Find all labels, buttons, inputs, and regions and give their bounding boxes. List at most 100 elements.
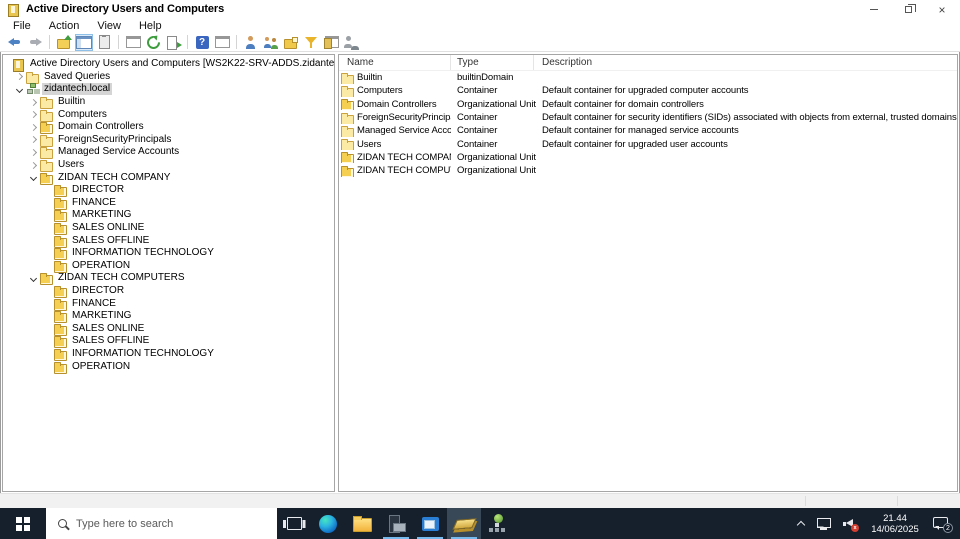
taskbar-app-server-manager[interactable] [379, 508, 413, 539]
tree-item-label: DIRECTOR [72, 284, 125, 296]
chevron-down-icon[interactable] [27, 175, 40, 180]
tree-item[interactable]: SALES OFFLINE [3, 234, 334, 248]
search-input[interactable]: Type here to search [46, 508, 277, 539]
chevron-right-icon[interactable] [27, 112, 40, 117]
tree-item[interactable]: ZIDAN TECH COMPANY [3, 171, 334, 185]
ou-icon [54, 209, 67, 223]
column-header-type[interactable]: Type [451, 55, 534, 70]
list-row[interactable]: Computers Container Default container for … [339, 84, 957, 97]
taskbar-app-ad-sites[interactable] [481, 508, 515, 539]
close-button[interactable]: × [925, 1, 959, 18]
list-row[interactable]: ForeignSecurityPrincipals Container Defaul… [339, 111, 957, 124]
ad-sites-icon [487, 513, 509, 535]
tree-item[interactable]: Builtin [3, 96, 334, 110]
toolbar-separator [236, 35, 237, 49]
refresh-icon[interactable] [144, 34, 162, 51]
tree-item[interactable]: OPERATION [3, 260, 334, 273]
tree-item[interactable]: MARKETING [3, 209, 334, 223]
back-icon[interactable] [6, 34, 24, 51]
ou-icon [54, 298, 67, 311]
tree-item[interactable]: Active Directory Users and Computers [WS… [3, 58, 334, 73]
list-header: Name Type Description [339, 55, 957, 71]
taskbar-app-edge[interactable] [311, 508, 345, 539]
row-type: Organizational Unit [457, 165, 536, 177]
tree-item[interactable]: Managed Service Accounts [3, 146, 334, 160]
start-button[interactable] [0, 508, 46, 539]
chevron-down-icon[interactable] [13, 87, 26, 92]
chevron-right-icon[interactable] [27, 137, 40, 142]
tree-item[interactable]: SALES ONLINE [3, 322, 334, 336]
list-row[interactable]: ZIDAN TECH COMPANY Organizational Unit [339, 151, 957, 164]
menu-view[interactable]: View [88, 20, 130, 32]
row-type: Container [457, 112, 498, 124]
chevron-right-icon[interactable] [27, 100, 40, 105]
taskbar-app-aduc-book[interactable] [447, 508, 481, 539]
advanced-icon[interactable] [322, 34, 340, 51]
notification-center-icon[interactable]: 2 [933, 516, 953, 533]
folder-icon [341, 72, 354, 84]
chevron-down-icon[interactable] [27, 276, 40, 281]
up-level-icon[interactable] [55, 34, 73, 51]
search-icon [58, 519, 67, 528]
tree-item-label: SALES OFFLINE [72, 335, 150, 347]
column-header-description[interactable]: Description [534, 55, 957, 70]
chevron-right-icon[interactable] [27, 150, 40, 155]
ou-icon [54, 235, 67, 248]
tray-overflow-chevron-icon[interactable] [796, 519, 805, 528]
tree-item[interactable]: Users [3, 159, 334, 173]
description-bar-icon[interactable] [213, 34, 231, 51]
column-header-name[interactable]: Name [339, 55, 451, 70]
volume-muted-icon[interactable] [842, 517, 859, 532]
tree-item[interactable]: OPERATION [3, 360, 334, 374]
restore-button[interactable] [891, 1, 925, 18]
console-tree-icon[interactable] [75, 33, 93, 51]
chevron-right-icon[interactable] [13, 74, 26, 79]
menu-help[interactable]: Help [130, 20, 171, 32]
new-user-icon[interactable] [242, 34, 260, 51]
new-group-icon[interactable] [262, 34, 280, 51]
taskbar-app-file-explorer[interactable] [345, 508, 379, 539]
network-icon[interactable] [816, 517, 831, 530]
folder-icon [40, 146, 53, 160]
tree-item[interactable]: DIRECTOR [3, 285, 334, 298]
tree-item-label: SALES ONLINE [72, 322, 145, 334]
list-row[interactable]: Builtin builtinDomain [339, 71, 957, 84]
add-to-group-icon[interactable] [342, 34, 360, 51]
tree-item[interactable]: Domain Controllers [3, 121, 334, 135]
tree-item[interactable]: INFORMATION TECHNOLOGY [3, 348, 334, 361]
row-type: Container [457, 125, 498, 137]
filter-icon[interactable] [302, 34, 320, 51]
menu-action[interactable]: Action [40, 20, 89, 32]
taskbar-clock[interactable]: 21.44 14/06/2025 [868, 513, 922, 535]
tree-item[interactable]: FINANCE [3, 297, 334, 311]
properties-icon[interactable] [95, 34, 113, 51]
tree-item[interactable]: ForeignSecurityPrincipals [3, 134, 334, 147]
taskbar-app-computer-management[interactable] [413, 508, 447, 539]
help-icon[interactable] [193, 34, 211, 51]
tree-item[interactable]: SALES ONLINE [3, 222, 334, 236]
tree-item[interactable]: zidantech.local [3, 83, 334, 96]
tree-item[interactable]: INFORMATION TECHNOLOGY [3, 247, 334, 261]
tree-item[interactable]: SALES OFFLINE [3, 335, 334, 349]
tree-item[interactable]: Saved Queries [3, 71, 334, 84]
taskbar-app-task-view[interactable] [277, 508, 311, 539]
menu-file[interactable]: File [4, 20, 40, 32]
tree-item[interactable]: ZIDAN TECH COMPUTERS [3, 272, 334, 286]
tree-item[interactable]: Computers [3, 108, 334, 122]
list-row[interactable]: Users Container Default container for upgr… [339, 137, 957, 151]
tree-item[interactable]: MARKETING [3, 310, 334, 324]
chevron-right-icon[interactable] [27, 125, 40, 130]
list-row[interactable]: ZIDAN TECH COMPUTERS Organizational Unit [339, 164, 957, 177]
title-bar: Active Directory Users and Computers × [0, 0, 960, 18]
minimize-button[interactable] [857, 1, 891, 18]
folder-icon [40, 96, 53, 110]
forward-icon[interactable] [26, 34, 44, 51]
window-icon[interactable] [124, 34, 142, 51]
tree-item[interactable]: DIRECTOR [3, 184, 334, 198]
list-row[interactable]: Managed Service Accounts Container Default… [339, 124, 957, 137]
export-list-icon[interactable] [164, 34, 182, 51]
chevron-right-icon[interactable] [27, 163, 40, 168]
list-row[interactable]: Domain Controllers Organizational Unit Def… [339, 98, 957, 111]
new-ou-icon[interactable] [282, 34, 300, 51]
tree-item[interactable]: FINANCE [3, 197, 334, 210]
